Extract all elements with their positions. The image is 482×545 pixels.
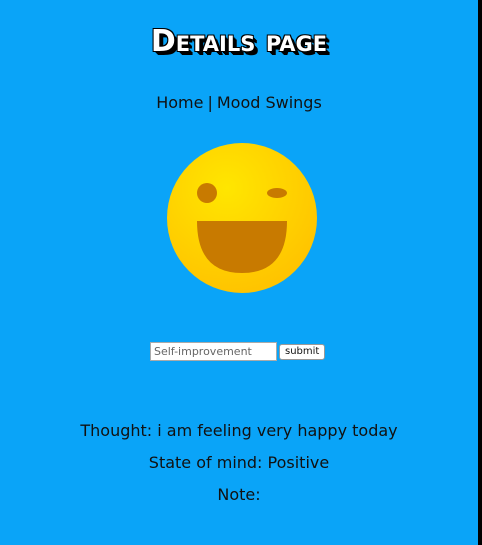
left-eye (197, 183, 217, 203)
page-title: Details page (150, 24, 328, 59)
mood-form: submit (150, 342, 326, 361)
thought-text: Thought: i am feeling very happy today (80, 421, 398, 440)
submit-button[interactable]: submit (279, 343, 326, 360)
winking-eye (267, 188, 287, 198)
home-link[interactable]: Home (156, 93, 203, 112)
category-input[interactable] (150, 342, 277, 361)
note-text: Note: (217, 485, 261, 504)
nav-links: Home | Mood Swings (0, 93, 478, 112)
winking-laughing-face-icon (167, 143, 317, 293)
state-of-mind-text: State of mind: Positive (148, 453, 330, 472)
mood-swings-link[interactable]: Mood Swings (217, 93, 322, 112)
details-page: Details page Home|Mood Swings submit Tho… (0, 0, 478, 545)
nav-separator: | (207, 93, 213, 112)
